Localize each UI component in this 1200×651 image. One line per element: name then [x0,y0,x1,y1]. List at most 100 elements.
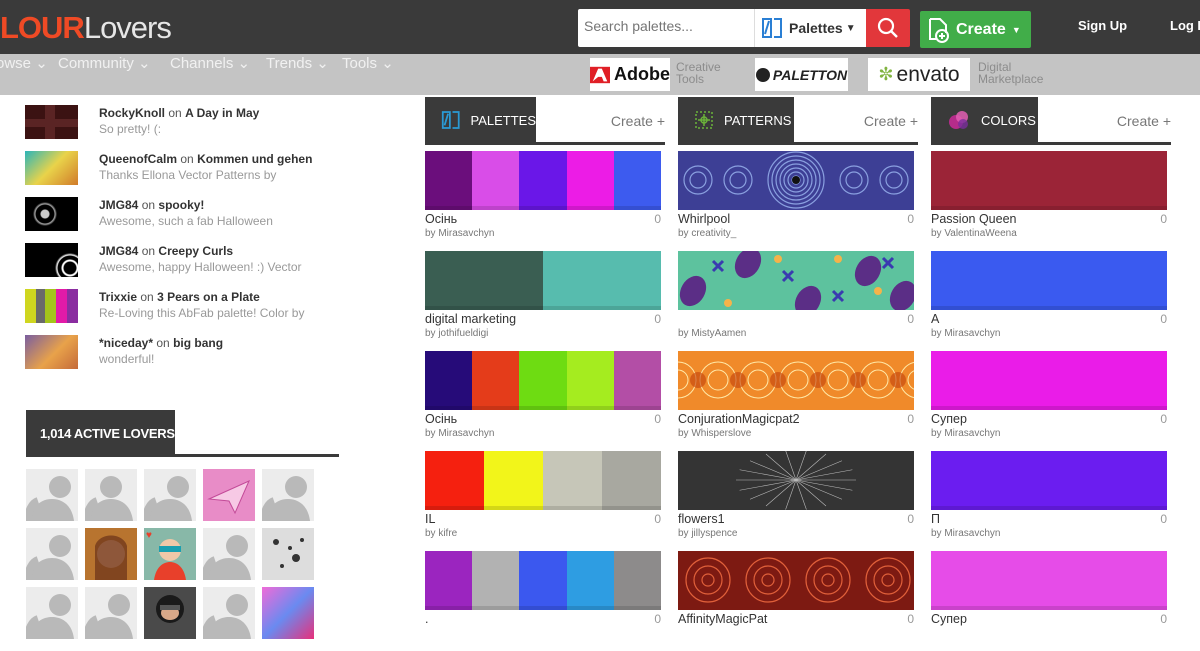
item-author[interactable]: by kifre [425,528,457,539]
palette-swatch[interactable] [425,151,661,210]
avatar[interactable]: ♥ [144,528,196,580]
tab-patterns[interactable]: PATTERNS [678,97,794,143]
color-card[interactable]: П 0 by Mirasavchyn [931,451,1167,551]
search-button[interactable] [866,9,910,47]
color-swatch[interactable] [931,551,1167,610]
item-title[interactable]: Супер [931,612,967,626]
comment-target[interactable]: spooky! [158,198,204,212]
avatar[interactable] [203,587,255,639]
item-author[interactable]: by MistyAamen [678,328,746,339]
palette-swatch[interactable] [425,451,661,510]
nav-trends[interactable]: Trends ⌄ [266,54,329,72]
item-author[interactable]: by jothifueldigi [425,328,488,339]
create-color-link[interactable]: Create + [1117,113,1171,129]
avatar[interactable] [262,587,314,639]
comment-user[interactable]: RockyKnoll [99,106,165,120]
avatar[interactable] [144,469,196,521]
palette-swatch[interactable] [425,551,661,610]
comment-target[interactable]: 3 Pears on a Plate [157,290,260,304]
avatar[interactable] [262,469,314,521]
pattern-card[interactable]: 0 by MistyAamen [678,251,914,351]
nav-browse[interactable]: owse ⌄ [0,54,48,72]
search-input[interactable] [584,18,744,34]
comment-user[interactable]: Trixxie [99,290,137,304]
item-title[interactable]: digital marketing [425,312,516,326]
item-title[interactable]: A [931,312,939,326]
palette-card[interactable]: .0 [425,551,661,651]
tab-colors[interactable]: COLORS [931,97,1038,143]
item-title[interactable]: flowers1 [678,512,725,526]
comment-target[interactable]: Kommen und gehen [197,152,312,166]
comment-target[interactable]: A Day in May [185,106,259,120]
color-swatch[interactable] [931,351,1167,410]
comment-item[interactable]: RockyKnoll on A Day in May So pretty! (: [25,102,365,148]
avatar[interactable] [262,528,314,580]
pattern-card[interactable]: ConjurationMagicpat2 0 by Whisperslove [678,351,914,451]
comment-thumbnail[interactable] [25,289,78,323]
item-title[interactable]: IL [425,512,435,526]
item-author[interactable]: by Mirasavchyn [931,428,1000,439]
item-author[interactable]: by Mirasavchyn [931,528,1000,539]
item-author[interactable]: by Mirasavchyn [425,428,494,439]
nav-tools[interactable]: Tools ⌄ [342,54,394,72]
palette-swatch[interactable] [425,251,661,310]
avatar[interactable] [26,528,78,580]
login-link[interactable]: Log In [1170,18,1200,33]
comment-user[interactable]: JMG84 [99,244,138,258]
pattern-preview[interactable] [678,451,914,510]
item-title[interactable]: Passion Queen [931,212,1016,226]
pattern-card[interactable]: AffinityMagicPat 0 [678,551,914,651]
comment-user[interactable]: *niceday* [99,336,153,350]
site-logo[interactable]: LOURLovers [0,10,172,46]
item-author[interactable]: by ValentinaWeena [931,228,1017,239]
avatar[interactable] [85,469,137,521]
item-author[interactable]: by Mirasavchyn [931,328,1000,339]
comment-thumbnail[interactable] [25,151,78,185]
comment-thumbnail[interactable] [25,243,78,277]
item-title[interactable]: Осінь [425,212,457,226]
color-swatch[interactable] [931,151,1167,210]
comment-target[interactable]: Creepy Curls [158,244,233,258]
comment-user[interactable]: QueenofCalm [99,152,177,166]
item-title[interactable]: Whirlpool [678,212,730,226]
comment-target[interactable]: big bang [173,336,223,350]
avatar[interactable] [203,469,255,521]
envato-partner-link[interactable]: ✼ envato [868,58,970,91]
item-title[interactable]: Супер [931,412,967,426]
item-title[interactable]: П [931,512,940,526]
adobe-partner-link[interactable]: Adobe [590,58,670,91]
palette-swatch[interactable] [425,351,661,410]
comment-item[interactable]: Trixxie on 3 Pears on a Plate Re-Loving … [25,286,365,332]
nav-channels[interactable]: Channels ⌄ [170,54,250,72]
nav-community[interactable]: Community ⌄ [58,54,151,72]
pattern-preview[interactable] [678,351,914,410]
pattern-preview[interactable] [678,151,914,210]
create-pattern-link[interactable]: Create + [864,113,918,129]
pattern-preview[interactable] [678,551,914,610]
comment-thumbnail[interactable] [25,105,78,139]
comment-item[interactable]: *niceday* on big bang wonderful! [25,332,365,378]
item-title[interactable]: Осінь [425,412,457,426]
palette-card[interactable]: Осінь 0 by Mirasavchyn [425,351,661,451]
comment-item[interactable]: QueenofCalm on Kommen und gehen Thanks E… [25,148,365,194]
color-swatch[interactable] [931,451,1167,510]
avatar[interactable] [203,528,255,580]
palette-card[interactable]: Осінь 0 by Mirasavchyn [425,151,661,251]
palette-card[interactable]: IL 0 by kifre [425,451,661,551]
avatar[interactable] [144,587,196,639]
color-card[interactable]: Passion Queen 0 by ValentinaWeena [931,151,1167,251]
avatar[interactable] [26,587,78,639]
item-author[interactable]: by jillyspence [678,528,737,539]
palette-card[interactable]: digital marketing 0 by jothifueldigi [425,251,661,351]
paletton-partner-link[interactable]: PALETTON [755,58,848,91]
tab-palettes[interactable]: PALETTES [425,97,536,143]
comment-thumbnail[interactable] [25,335,78,369]
create-button[interactable]: Create ▼ [920,11,1031,48]
item-title[interactable]: AffinityMagicPat [678,612,767,626]
color-card[interactable]: Супер 0 by Mirasavchyn [931,351,1167,451]
pattern-card[interactable]: flowers1 0 by jillyspence [678,451,914,551]
signup-link[interactable]: Sign Up [1078,18,1127,33]
color-card[interactable]: Супер 0 [931,551,1167,651]
avatar[interactable] [85,587,137,639]
avatar[interactable] [26,469,78,521]
